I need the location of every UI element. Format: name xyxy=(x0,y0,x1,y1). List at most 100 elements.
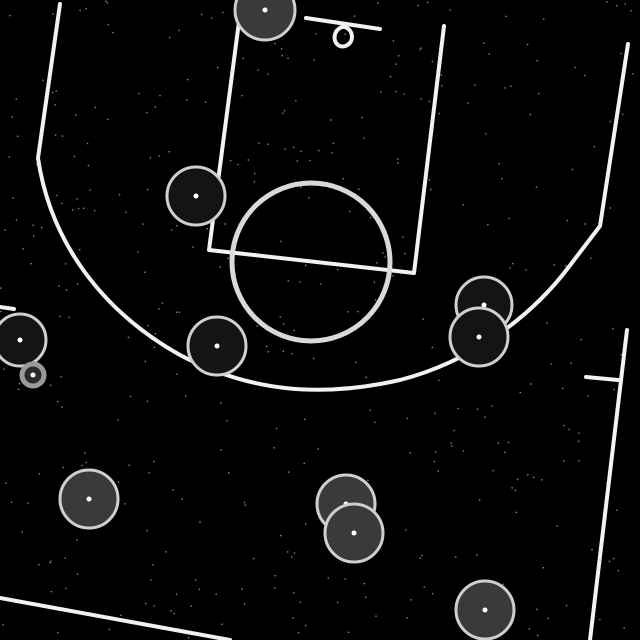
noise-speck xyxy=(227,257,229,259)
noise-speck xyxy=(62,466,64,469)
noise-speck xyxy=(612,328,614,330)
player-10 xyxy=(454,579,516,640)
noise-speck xyxy=(542,567,544,569)
noise-speck xyxy=(342,178,344,180)
noise-speck xyxy=(154,106,157,108)
noise-speck xyxy=(295,99,297,102)
noise-speck xyxy=(318,150,320,152)
noise-speck xyxy=(512,262,514,265)
noise-speck xyxy=(215,593,217,595)
noise-speck xyxy=(440,74,442,76)
noise-speck xyxy=(511,487,513,489)
noise-speck xyxy=(89,189,91,191)
noise-speck xyxy=(374,299,377,301)
noise-speck xyxy=(221,623,223,625)
noise-speck xyxy=(54,104,56,106)
noise-speck xyxy=(178,29,180,32)
player-center-dot xyxy=(86,496,92,502)
noise-speck xyxy=(149,157,152,159)
noise-speck xyxy=(491,405,493,407)
noise-speck xyxy=(243,501,246,504)
noise-speck xyxy=(198,588,201,590)
noise-speck xyxy=(566,219,569,222)
noise-speck xyxy=(349,210,351,213)
noise-speck xyxy=(170,610,172,612)
noise-speck xyxy=(389,76,392,78)
noise-speck xyxy=(299,281,301,283)
noise-speck xyxy=(508,217,510,220)
noise-speck xyxy=(107,118,109,121)
noise-speck xyxy=(267,143,269,145)
player-3 xyxy=(0,312,48,368)
noise-speck xyxy=(22,248,24,250)
noise-speck xyxy=(488,53,490,55)
noise-speck xyxy=(147,325,149,327)
noise-speck xyxy=(331,152,333,154)
noise-speck xyxy=(434,451,437,453)
noise-speck xyxy=(563,460,565,462)
noise-speck xyxy=(450,442,452,444)
noise-speck xyxy=(451,445,453,447)
noise-speck xyxy=(553,264,555,266)
noise-speck xyxy=(616,5,618,7)
noise-speck xyxy=(187,637,190,639)
noise-speck xyxy=(274,575,276,577)
noise-speck xyxy=(505,15,507,18)
noise-speck xyxy=(373,281,376,283)
noise-speck xyxy=(457,407,459,410)
noise-speck xyxy=(137,251,139,253)
noise-speck xyxy=(455,556,457,558)
noise-speck xyxy=(129,395,132,398)
noise-speck xyxy=(571,168,574,171)
three-point-line xyxy=(36,2,630,392)
player-center-dot xyxy=(193,193,199,199)
noise-speck xyxy=(50,384,52,387)
noise-speck xyxy=(590,257,592,259)
noise-speck xyxy=(282,350,285,352)
noise-speck xyxy=(49,562,51,564)
noise-speck xyxy=(305,264,307,266)
noise-speck xyxy=(514,489,517,492)
noise-speck xyxy=(159,95,161,97)
noise-speck xyxy=(224,223,226,225)
noise-speck xyxy=(428,179,431,181)
noise-speck xyxy=(624,3,626,5)
noise-speck xyxy=(529,113,532,116)
noise-speck xyxy=(527,474,529,476)
noise-speck xyxy=(60,376,62,378)
noise-speck xyxy=(406,617,408,619)
noise-speck xyxy=(392,275,394,277)
noise-speck xyxy=(219,266,221,268)
noise-speck xyxy=(216,66,219,69)
player-6 xyxy=(448,306,510,368)
noise-speck xyxy=(200,13,203,16)
noise-speck xyxy=(296,160,298,162)
ball xyxy=(19,361,47,389)
noise-speck xyxy=(320,283,322,285)
noise-speck xyxy=(304,418,306,420)
noise-speck xyxy=(59,315,61,318)
noise-speck xyxy=(153,605,155,607)
noise-speck xyxy=(176,373,178,375)
noise-speck xyxy=(127,336,130,339)
noise-speck xyxy=(299,601,302,603)
noise-speck xyxy=(226,419,228,422)
noise-speck xyxy=(478,499,481,501)
noise-speck xyxy=(12,197,14,199)
noise-speck xyxy=(168,151,170,153)
noise-speck xyxy=(57,401,59,403)
noise-speck xyxy=(79,249,81,251)
noise-speck xyxy=(369,409,371,411)
noise-speck xyxy=(280,240,282,243)
noise-speck xyxy=(85,461,87,464)
noise-speck xyxy=(515,511,518,514)
noise-speck xyxy=(61,202,63,205)
noise-speck xyxy=(258,142,260,144)
noise-speck xyxy=(543,18,545,20)
noise-speck xyxy=(93,210,96,212)
noise-speck xyxy=(347,311,349,313)
noise-speck xyxy=(243,603,246,605)
noise-speck xyxy=(574,66,576,69)
noise-speck xyxy=(562,387,564,390)
noise-speck xyxy=(420,98,422,100)
